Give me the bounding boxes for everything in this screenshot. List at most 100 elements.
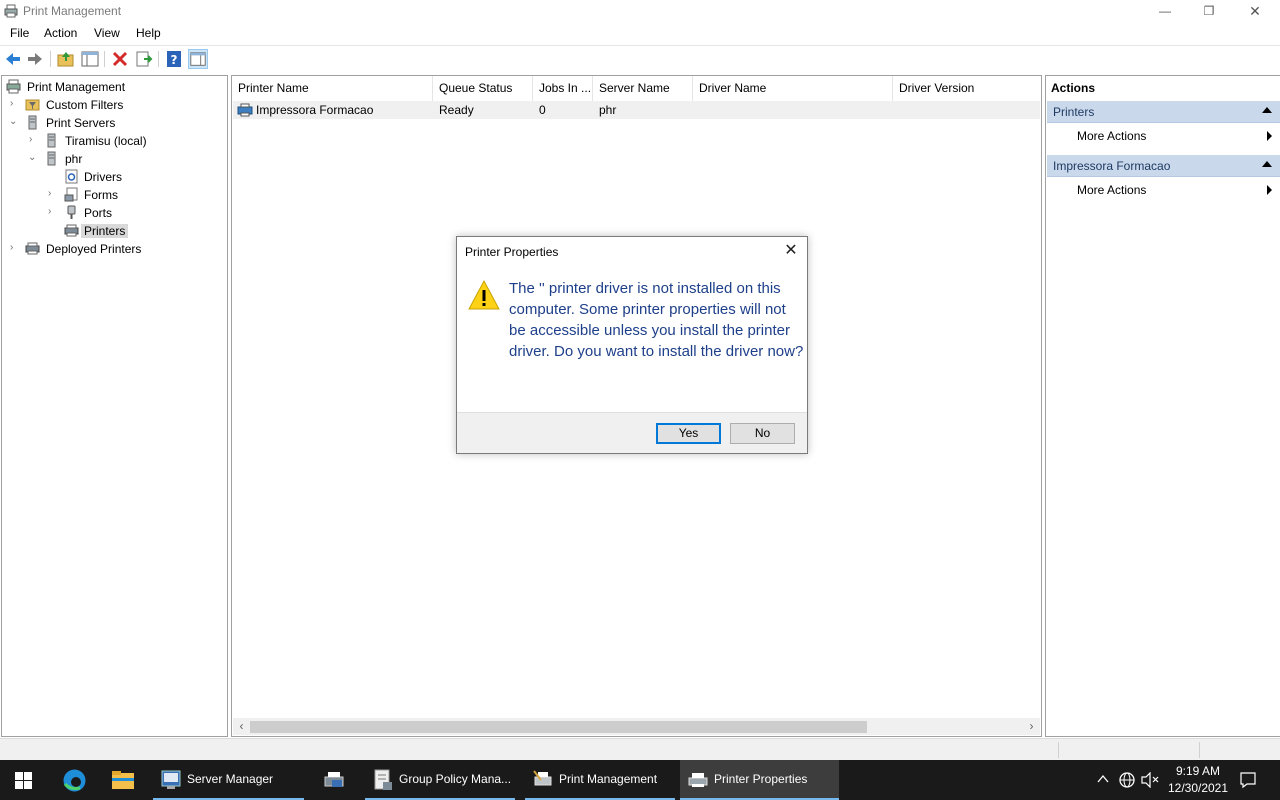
forward-icon[interactable] <box>25 49 45 69</box>
start-icon[interactable] <box>15 772 32 789</box>
help-icon[interactable]: ? <box>164 49 184 69</box>
tree-node-custom-filters[interactable]: › Custom Filters <box>4 96 224 114</box>
menu-file[interactable]: File <box>10 26 29 40</box>
printer-properties-dialog: Printer Properties ✕ The '' printer driv… <box>456 236 808 454</box>
tree-node-print-management[interactable]: Print Management <box>4 78 224 96</box>
taskbar-item-printer-properties[interactable]: Printer Properties <box>680 760 839 800</box>
tree-node-tiramisu[interactable]: › Tiramisu (local) <box>4 132 224 150</box>
volume-muted-icon[interactable] <box>1141 772 1159 788</box>
filter-folder-icon <box>25 99 40 111</box>
tree-node-printers[interactable]: Printers <box>4 222 224 240</box>
dialog-title: Printer Properties <box>465 245 559 259</box>
restore-button[interactable]: ❐ <box>1186 0 1232 23</box>
tree-label: Custom Filters <box>46 98 124 112</box>
dialog-message: The '' printer driver is not installed o… <box>509 280 804 360</box>
horizontal-scrollbar[interactable]: ‹ › <box>233 718 1040 735</box>
chevron-up-icon <box>1097 774 1109 783</box>
window-title: Print Management <box>23 4 122 18</box>
file-explorer-icon[interactable] <box>111 769 135 791</box>
close-button[interactable]: ✕ <box>1232 0 1278 23</box>
column-header-queue-status[interactable]: Queue Status <box>433 76 533 101</box>
chevron-down-icon[interactable]: ⌄ <box>9 116 19 127</box>
delete-icon[interactable] <box>110 49 130 69</box>
actions-section-impressora[interactable]: Impressora Formacao <box>1047 155 1280 177</box>
chevron-down-icon[interactable]: ⌄ <box>28 152 38 163</box>
tree-label: Forms <box>84 188 118 202</box>
show-hide-tree-icon[interactable] <box>80 49 100 69</box>
tree-label: Print Management <box>27 80 126 94</box>
scroll-left-icon[interactable]: ‹ <box>233 718 250 735</box>
column-header-printer-name[interactable]: Printer Name <box>232 76 433 101</box>
forms-icon <box>64 187 78 202</box>
toolbar-separator <box>104 51 105 67</box>
menu-view[interactable]: View <box>94 26 120 40</box>
print-management-icon <box>4 4 18 18</box>
toolbar: ? <box>0 45 1280 70</box>
print-management-icon <box>6 79 21 94</box>
chevron-right-icon[interactable]: › <box>10 98 20 109</box>
edge-icon[interactable] <box>62 768 87 793</box>
menu-action[interactable]: Action <box>44 26 77 40</box>
scrollbar-thumb[interactable] <box>250 721 867 733</box>
collapse-icon[interactable] <box>1262 161 1272 167</box>
taskbar-item-print-tool[interactable] <box>314 760 358 800</box>
tree-node-ports[interactable]: › Ports <box>4 204 224 222</box>
chevron-right-icon[interactable]: › <box>10 242 20 253</box>
yes-button[interactable]: Yes <box>656 423 721 444</box>
actions-title: Actions <box>1051 81 1096 95</box>
export-list-icon[interactable] <box>134 49 154 69</box>
toolbar-separator <box>158 51 159 67</box>
dialog-close-icon[interactable]: ✕ <box>781 241 801 261</box>
cell-server-name: phr <box>599 103 617 117</box>
show-action-pane-icon[interactable] <box>188 49 208 69</box>
status-separator <box>1199 742 1200 758</box>
menu-help[interactable]: Help <box>136 26 161 40</box>
cell-jobs: 0 <box>539 103 546 117</box>
print-management-icon <box>533 770 552 786</box>
column-header-driver-version[interactable]: Driver Version <box>893 76 1041 101</box>
group-policy-icon <box>374 769 392 790</box>
tree-node-drivers[interactable]: Drivers <box>4 168 224 186</box>
column-header-server-name[interactable]: Server Name <box>593 76 693 101</box>
taskbar-label: Printer Properties <box>714 772 808 786</box>
show-hidden-icons-button[interactable] <box>1095 760 1111 800</box>
clock[interactable]: 9:19 AM 12/30/2021 <box>1163 760 1233 800</box>
collapse-icon[interactable] <box>1262 107 1272 113</box>
back-icon[interactable] <box>3 49 23 69</box>
printer-icon <box>64 224 79 237</box>
network-globe-icon[interactable] <box>1118 771 1136 789</box>
cell-printer-name: Impressora Formacao <box>256 103 374 117</box>
minimize-button[interactable]: — <box>1142 0 1188 23</box>
table-row[interactable]: Impressora Formacao Ready 0 phr <box>233 101 1040 119</box>
column-header-driver-name[interactable]: Driver Name <box>693 76 893 101</box>
title-bar: Print Management — ❐ ✕ <box>0 0 1280 23</box>
drivers-icon <box>65 169 78 184</box>
actions-pane: Actions Printers More Actions Impressora… <box>1045 75 1280 737</box>
taskbar-label: Group Policy Mana... <box>399 772 512 786</box>
no-button[interactable]: No <box>730 423 795 444</box>
notification-icon[interactable] <box>1239 771 1257 789</box>
more-actions-impressora[interactable]: More Actions <box>1077 183 1146 197</box>
actions-section-printers[interactable]: Printers <box>1047 101 1280 123</box>
taskbar-item-print-management[interactable]: Print Management <box>525 760 675 800</box>
tree-node-phr[interactable]: ⌄ phr <box>4 150 224 168</box>
chevron-right-icon[interactable]: › <box>48 188 58 199</box>
tree-node-forms[interactable]: › Forms <box>4 186 224 204</box>
tree-node-print-servers[interactable]: ⌄ Print Servers <box>4 114 224 132</box>
submenu-arrow-icon[interactable] <box>1267 185 1272 195</box>
taskbar-item-server-manager[interactable]: Server Manager <box>153 760 304 800</box>
status-bar <box>0 738 1280 760</box>
up-folder-icon[interactable] <box>56 49 76 69</box>
scroll-right-icon[interactable]: › <box>1023 718 1040 735</box>
tree-label: phr <box>65 152 83 166</box>
tree-node-deployed-printers[interactable]: › Deployed Printers <box>4 240 224 258</box>
chevron-right-icon[interactable]: › <box>29 134 39 145</box>
server-icon <box>47 151 56 166</box>
more-actions-printers[interactable]: More Actions <box>1077 129 1146 143</box>
toolbar-separator <box>50 51 51 67</box>
printer-icon <box>237 103 253 117</box>
column-header-jobs-in-queue[interactable]: Jobs In ... <box>533 76 593 101</box>
chevron-right-icon[interactable]: › <box>48 206 58 217</box>
taskbar-item-group-policy[interactable]: Group Policy Mana... <box>365 760 515 800</box>
submenu-arrow-icon[interactable] <box>1267 131 1272 141</box>
